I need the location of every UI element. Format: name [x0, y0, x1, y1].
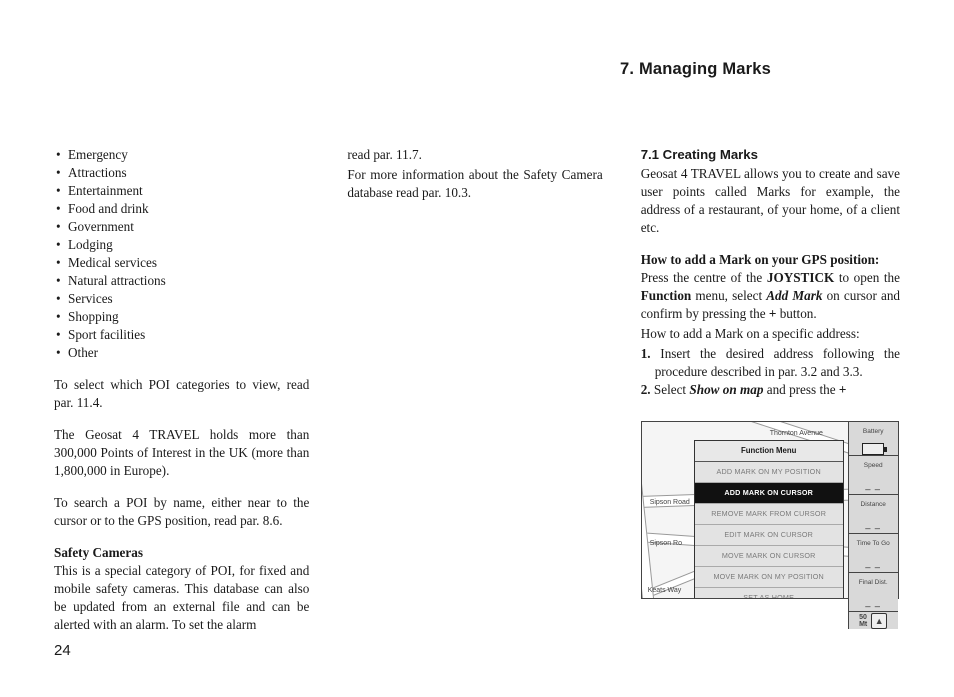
- how-to-block: How to add a Mark on your GPS position: …: [641, 251, 900, 323]
- section-heading-7-1: 7.1 Creating Marks: [641, 146, 900, 164]
- safety-cameras-block: Safety Cameras This is a special categor…: [54, 544, 309, 634]
- map-area: Thornton Avenue Sipson Road Sipson Ro Ke…: [642, 422, 850, 598]
- column-3: 7.1 Creating Marks Geosat 4 TRAVEL allow…: [641, 56, 900, 634]
- function-menu: Function Menu ADD MARK ON MY POSITION AD…: [694, 440, 844, 598]
- show-on-map-label: Show on map: [689, 382, 763, 397]
- time-to-go-cell: Time To Go _ _: [848, 534, 898, 573]
- column-2: read par. 11.7. For more information abo…: [347, 56, 602, 634]
- side-panel: Battery Speed _ _ Distance _ _ Time T: [848, 422, 898, 598]
- body-text: Press the centre of the: [641, 270, 767, 285]
- menu-item: ADD MARK ON MY POSITION: [695, 462, 843, 483]
- body-text: This is a special category of POI, for f…: [54, 563, 309, 632]
- cell-label: Distance: [861, 501, 886, 508]
- list-item: Attractions: [68, 164, 309, 182]
- list-item: Government: [68, 218, 309, 236]
- cell-label: Speed: [864, 462, 883, 469]
- page-number: 24: [54, 642, 71, 659]
- body-text: read par. 11.7.: [347, 146, 602, 164]
- list-item: Entertainment: [68, 182, 309, 200]
- battery-icon: [862, 443, 884, 455]
- body-text: to open the: [834, 270, 900, 285]
- menu-item: MOVE MARK ON CURSOR: [695, 546, 843, 567]
- body-text: button.: [776, 306, 816, 321]
- list-item: Food and drink: [68, 200, 309, 218]
- scale-cell: 50 Mt ▲: [848, 612, 898, 629]
- cell-label: Time To Go: [857, 540, 890, 547]
- menu-item: REMOVE MARK FROM CURSOR: [695, 504, 843, 525]
- body-text: menu, select: [691, 288, 766, 303]
- list-item: Emergency: [68, 146, 309, 164]
- body-text: Insert the desired address following the…: [655, 346, 900, 379]
- chapter-title: 7. Managing Marks: [620, 60, 771, 79]
- how-to-heading: How to add a Mark on your GPS position:: [641, 252, 880, 267]
- step-1: 1. Insert the desired address following …: [641, 345, 900, 381]
- safety-cameras-heading: Safety Cameras: [54, 545, 143, 560]
- cell-value: _ _: [849, 593, 898, 611]
- distance-cell: Distance _ _: [848, 495, 898, 534]
- final-dist-cell: Final Dist. _ _: [848, 573, 898, 612]
- cell-value: _ _: [849, 515, 898, 533]
- steps-list: 1. Insert the desired address following …: [641, 345, 900, 399]
- road-label: Keats Way: [648, 582, 682, 598]
- compass-icon: ▲: [871, 613, 887, 629]
- body-text: Geosat 4 TRAVEL allows you to create and…: [641, 165, 900, 237]
- body-text: and press the: [763, 382, 838, 397]
- list-item: Other: [68, 344, 309, 362]
- add-mark-label: Add Mark: [766, 288, 822, 303]
- scale-label: 50 Mt: [859, 614, 867, 628]
- battery-cell: Battery: [848, 422, 898, 456]
- menu-item: EDIT MARK ON CURSOR: [695, 525, 843, 546]
- body-text: To select which POI categories to view, …: [54, 376, 309, 412]
- body-text: For more information about the Safety Ca…: [347, 166, 602, 202]
- road-label: Sipson Road: [650, 494, 690, 512]
- menu-item: SET AS HOME: [695, 588, 843, 598]
- cell-value: _ _: [849, 554, 898, 572]
- body-text: To search a POI by name, either near to …: [54, 494, 309, 530]
- road-label: Sipson Ro: [650, 535, 682, 553]
- column-1: Emergency Attractions Entertainment Food…: [54, 56, 309, 634]
- list-item: Medical services: [68, 254, 309, 272]
- body-text: The Geosat 4 TRAVEL holds more than 300,…: [54, 426, 309, 480]
- joystick-label: JOYSTICK: [767, 270, 834, 285]
- plus-label: +: [839, 382, 847, 397]
- list-item: Services: [68, 290, 309, 308]
- cell-value: _ _: [849, 476, 898, 494]
- list-item: Shopping: [68, 308, 309, 326]
- body-text: Select: [654, 382, 690, 397]
- cell-label: Battery: [863, 428, 884, 435]
- menu-item: MOVE MARK ON MY POSITION: [695, 567, 843, 588]
- device-screenshot: Thornton Avenue Sipson Road Sipson Ro Ke…: [641, 421, 899, 599]
- step-2: 2. Select Show on map and press the +: [641, 381, 900, 399]
- function-label: Function: [641, 288, 692, 303]
- body-text: How to add a Mark on a specific address:: [641, 325, 900, 343]
- list-item: Natural attractions: [68, 272, 309, 290]
- list-item: Lodging: [68, 236, 309, 254]
- cell-label: Final Dist.: [859, 579, 888, 586]
- menu-item-selected: ADD MARK ON CURSOR: [695, 483, 843, 504]
- function-menu-title: Function Menu: [695, 441, 843, 462]
- poi-category-list: Emergency Attractions Entertainment Food…: [54, 146, 309, 362]
- list-item: Sport facilities: [68, 326, 309, 344]
- speed-cell: Speed _ _: [848, 456, 898, 495]
